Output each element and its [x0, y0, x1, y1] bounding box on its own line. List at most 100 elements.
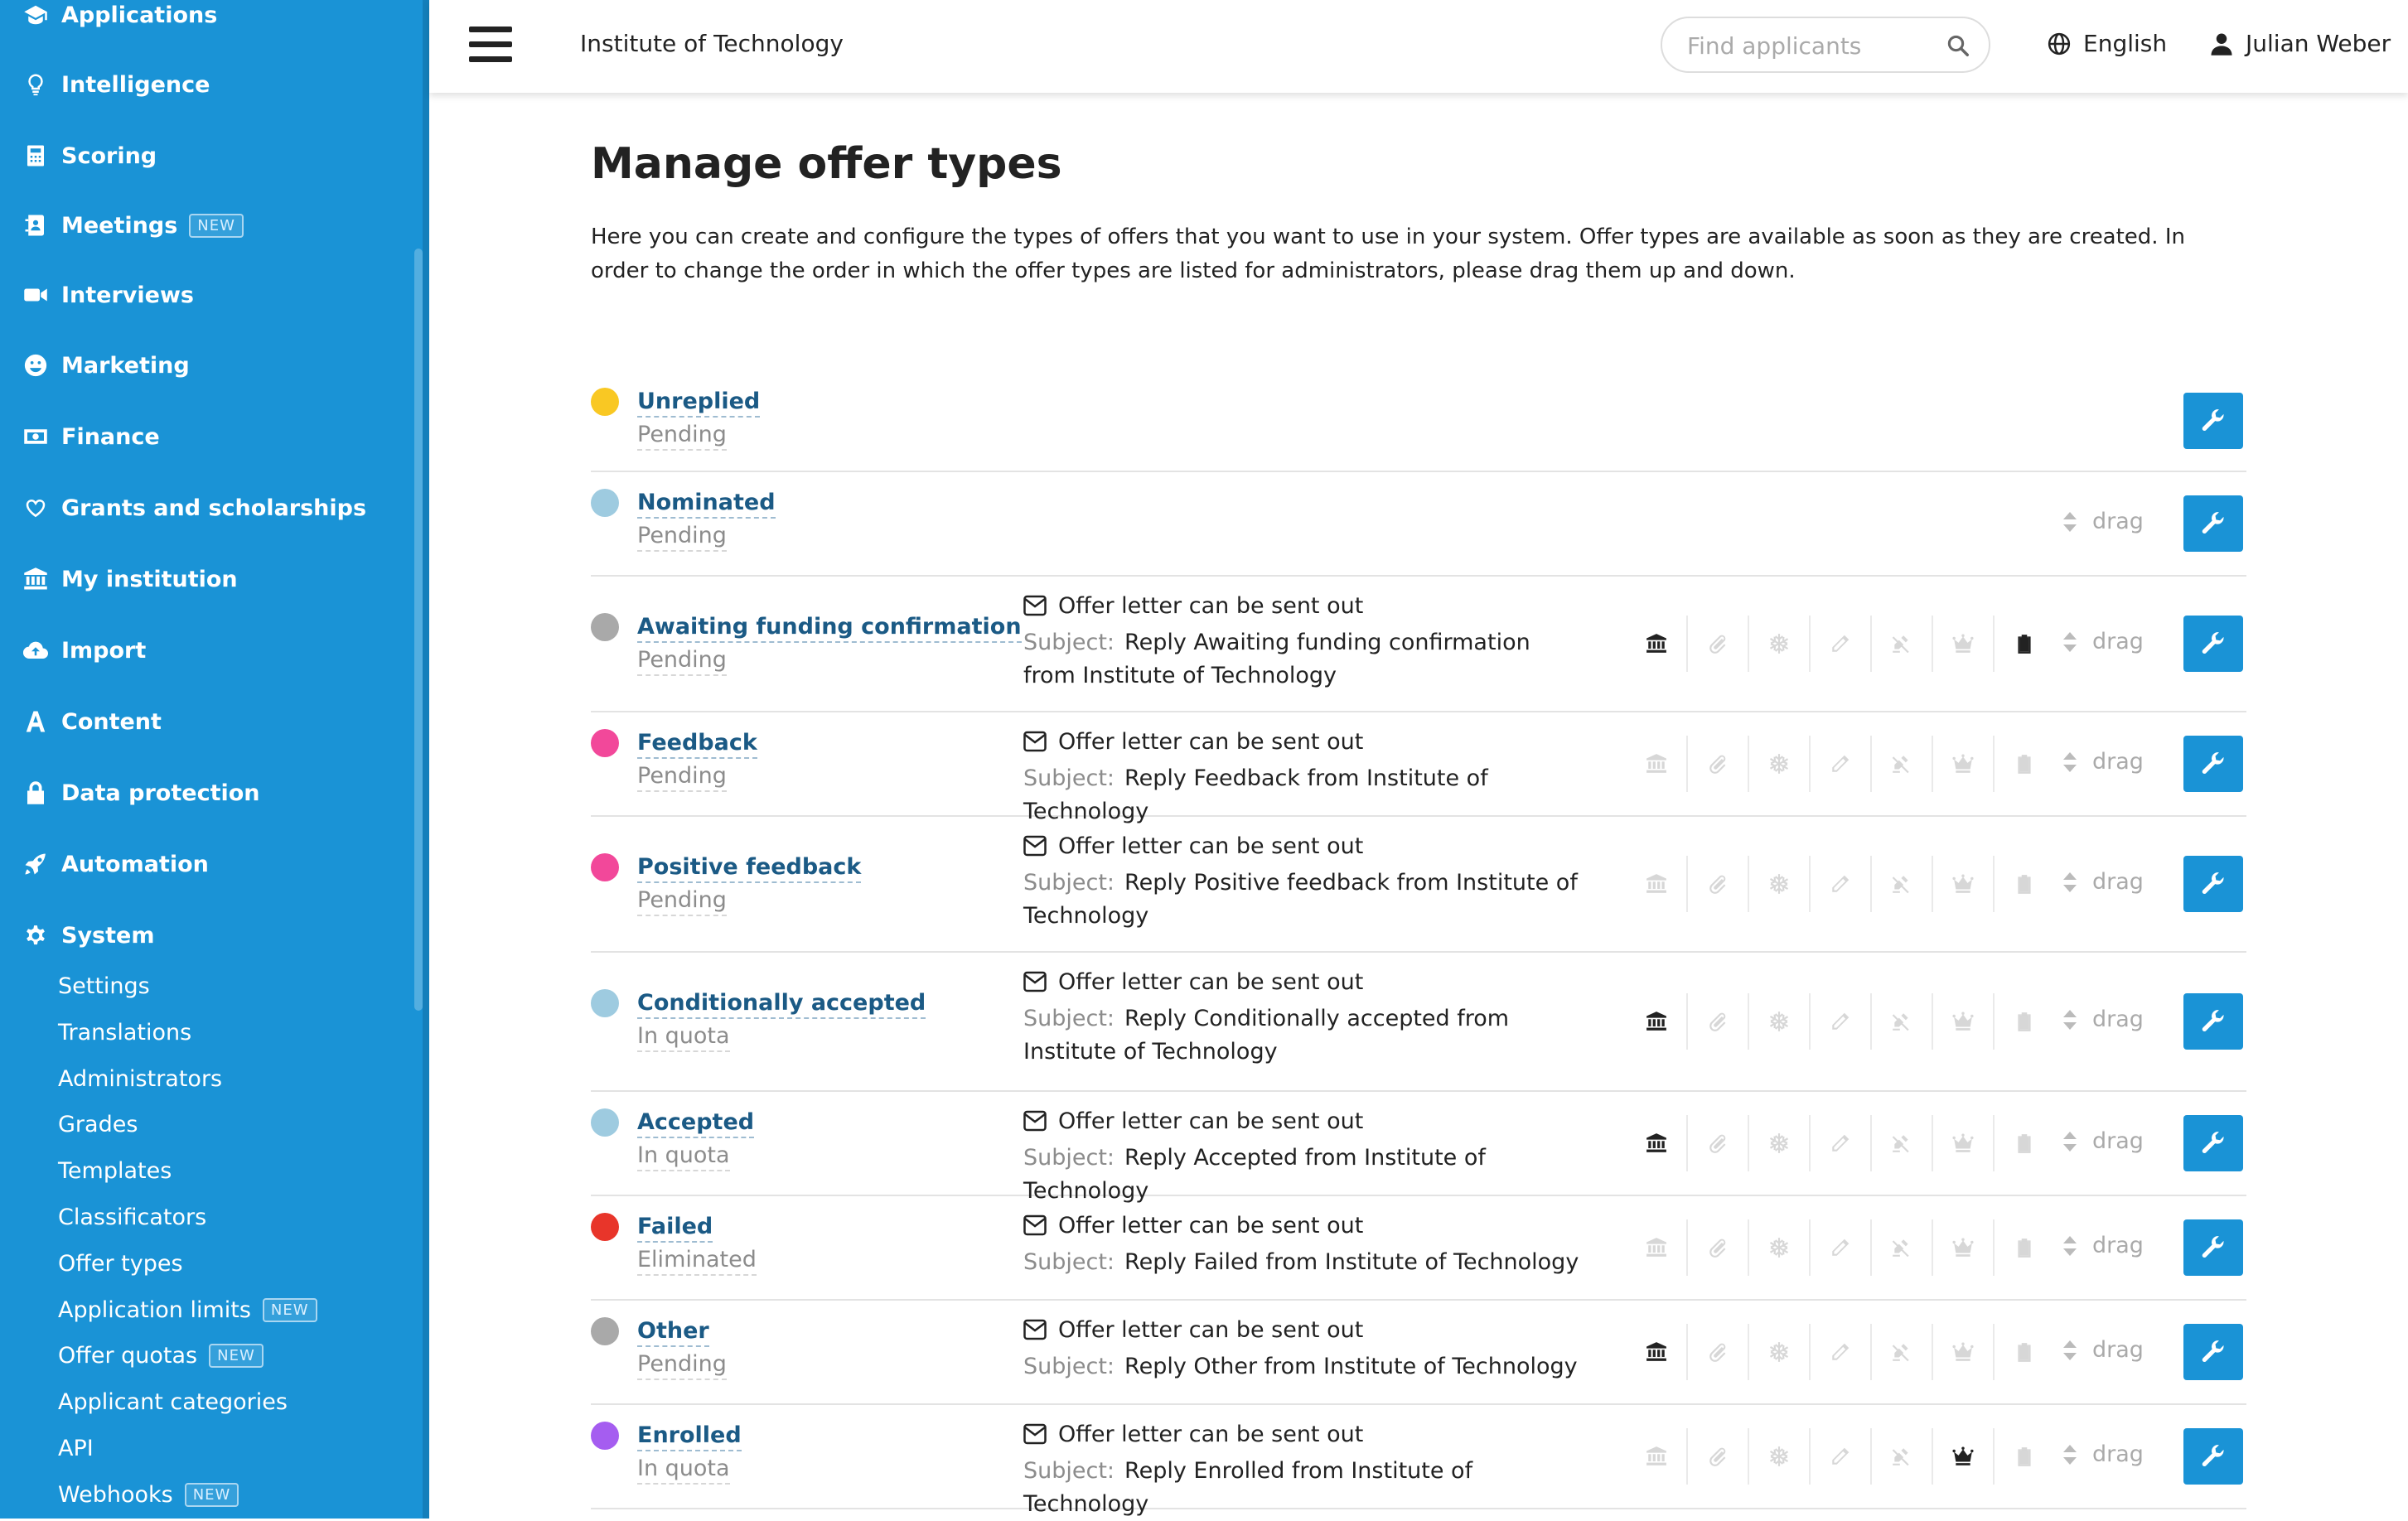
- paperclip-icon[interactable]: [1686, 616, 1748, 672]
- offer-type-row[interactable]: Positive feedback Pending Offer letter c…: [591, 817, 2246, 953]
- sidebar-subitem-applicant-categories[interactable]: Applicant categories: [58, 1381, 288, 1422]
- offer-type-name[interactable]: Other: [637, 1317, 709, 1347]
- sidebar-item-my-institution[interactable]: My institution: [22, 554, 238, 604]
- edit-offer-type-button[interactable]: [2183, 1219, 2243, 1276]
- offer-type-row[interactable]: Failed Eliminated Offer letter can be se…: [591, 1196, 2246, 1301]
- user-menu[interactable]: Julian Weber: [2209, 30, 2391, 57]
- paperclip-icon[interactable]: [1686, 993, 1748, 1050]
- offer-type-row[interactable]: Nominated Pending drag: [591, 472, 2246, 577]
- offer-type-name[interactable]: Failed: [637, 1213, 713, 1243]
- edit-offer-type-button[interactable]: [2183, 495, 2243, 552]
- offer-type-row[interactable]: Awaiting funding confirmation Pending Of…: [591, 577, 2246, 712]
- pencil-icon[interactable]: [1809, 993, 1870, 1050]
- drag-handle[interactable]: drag: [2062, 1337, 2144, 1363]
- offer-type-name[interactable]: Awaiting funding confirmation: [637, 613, 1022, 643]
- sidebar-item-content[interactable]: Content: [22, 697, 162, 746]
- sidebar-item-scoring[interactable]: Scoring: [22, 131, 157, 181]
- crown-icon[interactable]: [1932, 1428, 1993, 1485]
- edit-offer-type-button[interactable]: [2183, 1115, 2243, 1171]
- edit-offer-type-button[interactable]: [2183, 1428, 2243, 1485]
- sidebar-item-data-protection[interactable]: Data protection: [22, 768, 260, 818]
- clipboard-icon[interactable]: [1993, 1115, 2054, 1171]
- drag-handle[interactable]: drag: [2062, 1441, 2144, 1467]
- sidebar-subitem-grades[interactable]: Grades: [58, 1103, 138, 1145]
- offer-type-row[interactable]: Other Pending Offer letter can be sent o…: [591, 1301, 2246, 1405]
- edit-offer-type-button[interactable]: [2183, 993, 2243, 1050]
- offer-type-name[interactable]: Feedback: [637, 729, 757, 759]
- pencil-icon[interactable]: [1809, 616, 1870, 672]
- sidebar-item-automation[interactable]: Automation: [22, 839, 209, 889]
- paperclip-icon[interactable]: [1686, 1324, 1748, 1380]
- drag-handle[interactable]: drag: [2062, 1128, 2144, 1154]
- drag-handle[interactable]: drag: [2062, 749, 2144, 775]
- crown-icon[interactable]: [1932, 736, 1993, 792]
- signature-icon[interactable]: [1870, 736, 1932, 792]
- edit-offer-type-button[interactable]: [2183, 736, 2243, 792]
- edit-offer-type-button[interactable]: [2183, 1324, 2243, 1380]
- signature-icon[interactable]: [1870, 1428, 1932, 1485]
- crown-icon[interactable]: [1932, 616, 1993, 672]
- snowflake-icon[interactable]: [1748, 736, 1809, 792]
- pencil-icon[interactable]: [1809, 1115, 1870, 1171]
- search-icon[interactable]: [1946, 33, 1970, 58]
- paperclip-icon[interactable]: [1686, 1219, 1748, 1276]
- pencil-icon[interactable]: [1809, 1428, 1870, 1485]
- paperclip-icon[interactable]: [1686, 856, 1748, 912]
- institution-icon[interactable]: [1627, 1115, 1686, 1171]
- sidebar-scrollbar[interactable]: [414, 249, 423, 1011]
- sidebar-subitem-classificators[interactable]: Classificators: [58, 1196, 206, 1238]
- clipboard-icon[interactable]: [1993, 856, 2054, 912]
- pencil-icon[interactable]: [1809, 1219, 1870, 1276]
- institution-icon[interactable]: [1627, 1219, 1686, 1276]
- crown-icon[interactable]: [1932, 1115, 1993, 1171]
- snowflake-icon[interactable]: [1748, 616, 1809, 672]
- sidebar-subitem-offer-quotas[interactable]: Offer quotas NEW: [58, 1335, 264, 1376]
- sidebar-subitem-application-limits[interactable]: Application limits NEW: [58, 1289, 317, 1330]
- sidebar-subitem-offer-types[interactable]: Offer types: [58, 1243, 183, 1284]
- paperclip-icon[interactable]: [1686, 736, 1748, 792]
- edit-offer-type-button[interactable]: [2183, 393, 2243, 449]
- sidebar-item-grants-and-scholarships[interactable]: Grants and scholarships: [22, 483, 366, 533]
- signature-icon[interactable]: [1870, 993, 1932, 1050]
- institution-icon[interactable]: [1627, 856, 1686, 912]
- sidebar-subitem-administrators[interactable]: Administrators: [58, 1058, 222, 1099]
- sidebar-item-import[interactable]: Import: [22, 625, 146, 675]
- offer-type-name[interactable]: Conditionally accepted: [637, 989, 926, 1019]
- institution-icon[interactable]: [1627, 1428, 1686, 1485]
- pencil-icon[interactable]: [1809, 1324, 1870, 1380]
- crown-icon[interactable]: [1932, 993, 1993, 1050]
- snowflake-icon[interactable]: [1748, 1219, 1809, 1276]
- offer-type-row[interactable]: Feedback Pending Offer letter can be sen…: [591, 712, 2246, 824]
- clipboard-icon[interactable]: [1993, 736, 2054, 792]
- crown-icon[interactable]: [1932, 856, 1993, 912]
- offer-type-row[interactable]: Unreplied Pending: [591, 371, 2246, 472]
- offer-type-name[interactable]: Accepted: [637, 1108, 755, 1138]
- offer-type-name[interactable]: Positive feedback: [637, 853, 862, 883]
- signature-icon[interactable]: [1870, 856, 1932, 912]
- drag-handle[interactable]: drag: [2062, 1007, 2144, 1032]
- clipboard-icon[interactable]: [1993, 1324, 2054, 1380]
- language-selector[interactable]: English: [2047, 30, 2167, 57]
- crown-icon[interactable]: [1932, 1324, 1993, 1380]
- offer-type-row[interactable]: Accepted In quota Offer letter can be se…: [591, 1092, 2246, 1204]
- drag-handle[interactable]: drag: [2062, 509, 2144, 534]
- search-input[interactable]: [1685, 30, 1937, 61]
- clipboard-icon[interactable]: [1993, 1219, 2054, 1276]
- sidebar-item-finance[interactable]: Finance: [22, 412, 160, 461]
- sidebar-item-marketing[interactable]: Marketing: [22, 340, 190, 390]
- snowflake-icon[interactable]: [1748, 1324, 1809, 1380]
- clipboard-icon[interactable]: [1993, 616, 2054, 672]
- paperclip-icon[interactable]: [1686, 1115, 1748, 1171]
- signature-icon[interactable]: [1870, 616, 1932, 672]
- snowflake-icon[interactable]: [1748, 993, 1809, 1050]
- sidebar-subitem-api[interactable]: API: [58, 1427, 94, 1469]
- pencil-icon[interactable]: [1809, 856, 1870, 912]
- drag-handle[interactable]: drag: [2062, 869, 2144, 895]
- snowflake-icon[interactable]: [1748, 1428, 1809, 1485]
- offer-type-name[interactable]: Enrolled: [637, 1422, 742, 1451]
- institution-icon[interactable]: [1627, 736, 1686, 792]
- sidebar-subitem-translations[interactable]: Translations: [58, 1012, 191, 1053]
- offer-type-name[interactable]: Nominated: [637, 489, 776, 519]
- signature-icon[interactable]: [1870, 1115, 1932, 1171]
- institution-icon[interactable]: [1627, 1324, 1686, 1380]
